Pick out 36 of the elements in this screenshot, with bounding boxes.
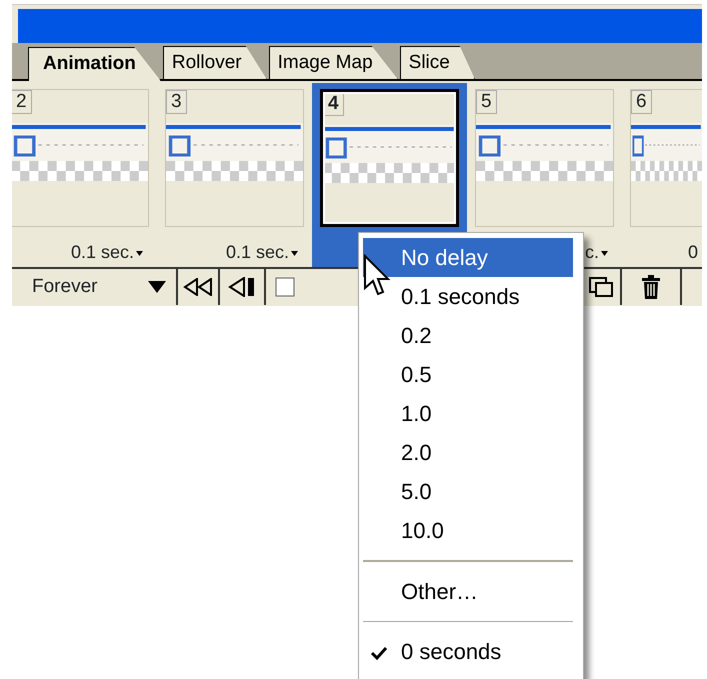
menu-item[interactable]: No delay (363, 238, 573, 277)
rewind-icon (183, 278, 213, 296)
tab[interactable]: Image Map (268, 46, 398, 79)
delay-dropdown[interactable]: 0.1 sec. (70, 242, 134, 262)
new-frame-icon (588, 276, 614, 298)
frame-number: 5 (476, 90, 497, 114)
tab[interactable]: Slice (400, 46, 475, 79)
tab[interactable]: Rollover (162, 46, 267, 79)
menu-item[interactable]: 0 seconds (363, 632, 573, 671)
frame-thumbnail[interactable]: 2 (12, 89, 149, 227)
frame-number: 3 (166, 90, 187, 114)
menu-item[interactable]: 2.0 (363, 433, 573, 472)
frame-thumbnail[interactable]: 6 (630, 89, 702, 227)
frame-thumbnail[interactable]: 5 (475, 89, 614, 227)
frame-number: 4 (323, 92, 344, 116)
loop-label: Forever (32, 274, 98, 299)
menu-item[interactable]: Other… (363, 572, 573, 610)
menu-item[interactable]: 5.0 (363, 472, 573, 511)
frame-number: 2 (12, 90, 32, 114)
menu-item[interactable]: 1.0 (363, 394, 573, 433)
cursor-icon (363, 254, 391, 298)
previous-frame-icon (228, 277, 256, 297)
tab[interactable]: Animation (28, 47, 161, 81)
delay-dropdown[interactable]: 0 (688, 242, 698, 262)
trash-icon (640, 275, 662, 299)
square-icon (275, 277, 295, 297)
menu-item[interactable]: 0.2 (363, 316, 573, 355)
menu-item[interactable]: 10.0 (363, 511, 573, 550)
frame-thumbnail[interactable]: 4 (320, 89, 459, 227)
frame-number: 6 (631, 90, 652, 114)
delay-dropdown[interactable]: 0.1 sec. (226, 242, 289, 262)
frame-thumbnail[interactable]: 3 (165, 89, 304, 227)
check-icon (371, 646, 387, 660)
delay-dropdown[interactable]: c. (584, 242, 599, 262)
menu-item[interactable]: 0.5 (363, 355, 573, 394)
caret-icon (148, 281, 166, 293)
